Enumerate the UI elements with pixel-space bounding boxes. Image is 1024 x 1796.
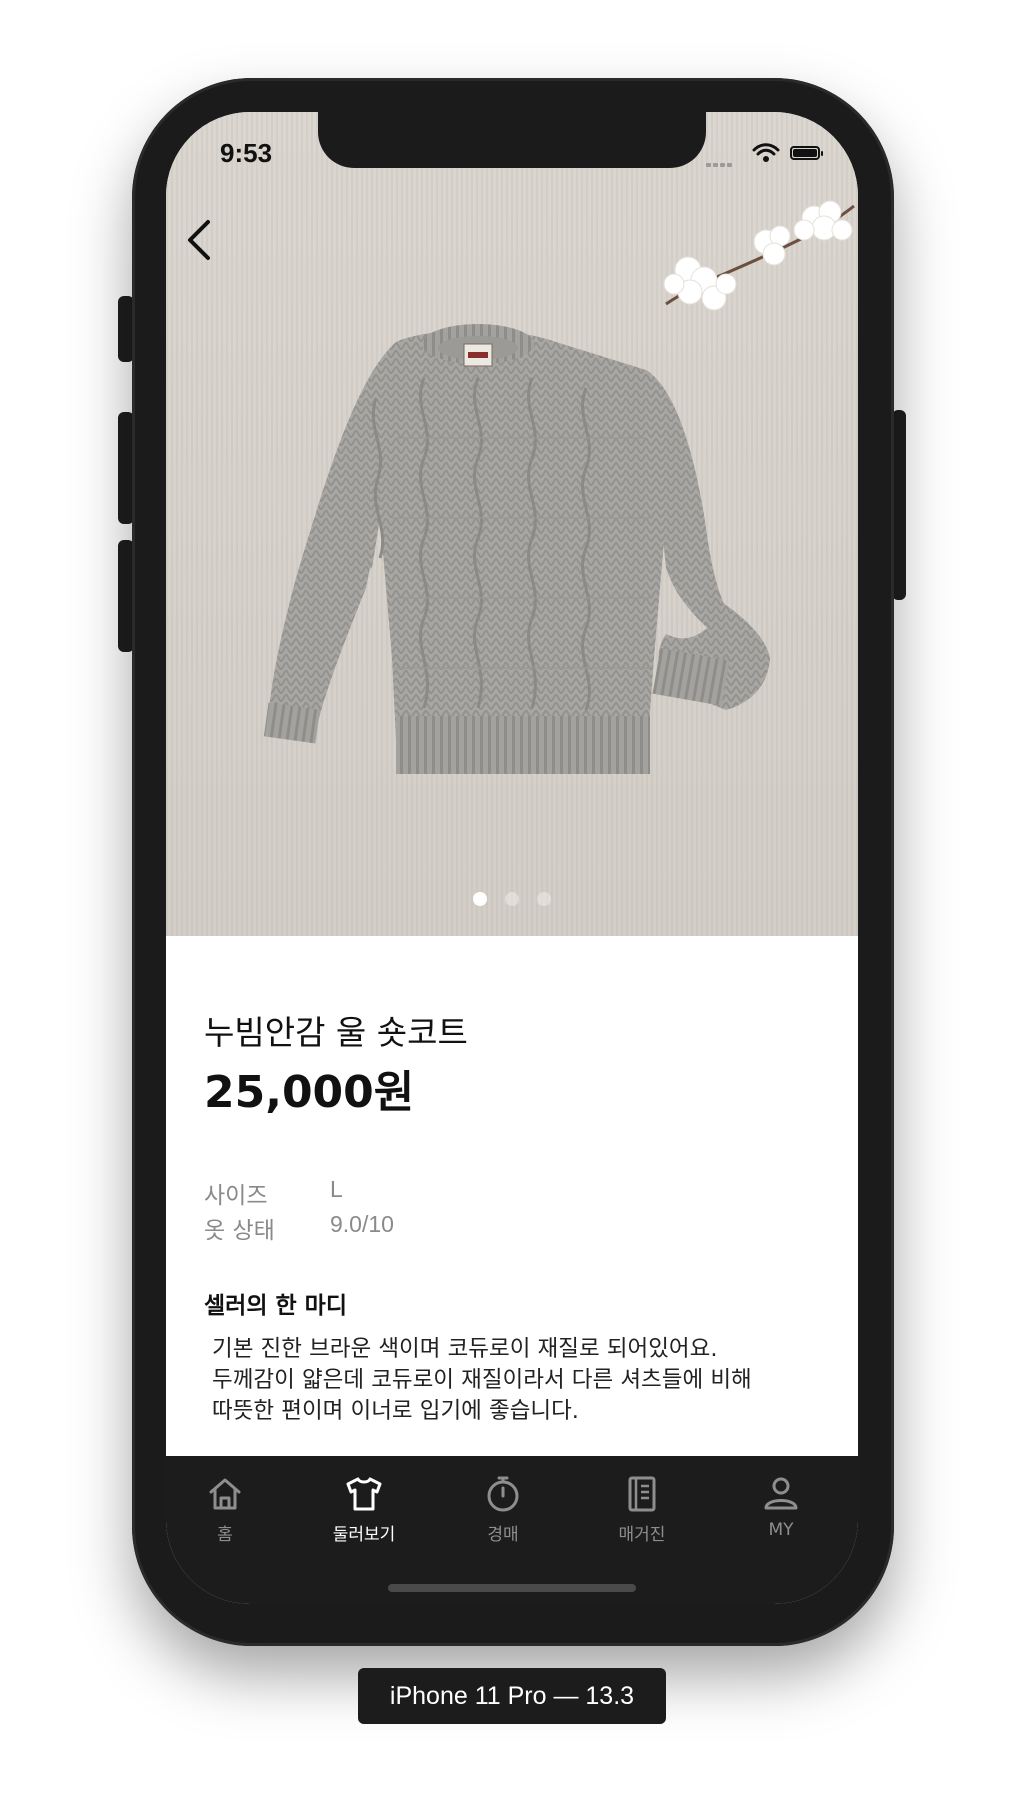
carousel-dot[interactable] [473,892,487,906]
stopwatch-icon [487,1476,519,1512]
phone-screen: 9:53 누빔안감 울 숏코트 25,000원 사이즈 L 옷 상태 9.0/1… [166,112,858,1604]
power-button [892,410,906,600]
seller-note-heading: 셀러의 한 마디 [204,1293,347,1319]
seller-note-line: 따뜻한 편이며 이너로 입기에 좋습니다. [212,1398,579,1424]
chevron-left-icon [188,220,210,260]
spec-value-condition: 9.0/10 [330,1211,394,1237]
tab-home[interactable]: 홈 [170,1474,280,1554]
tab-auction[interactable]: 경매 [448,1474,558,1554]
tshirt-icon [346,1477,382,1511]
person-icon [764,1477,798,1510]
tab-label-home: 홈 [217,1525,233,1545]
status-icons [666,142,826,167]
product-price: 25,000원 [204,1067,415,1118]
tab-browse[interactable]: 둘러보기 [309,1474,419,1554]
seller-note-line: 두께감이 얇은데 코듀로이 재질이라서 다른 셔츠들에 비해 [212,1367,752,1393]
tab-magazine[interactable]: 매거진 [587,1474,697,1554]
device-label: iPhone 11 Pro — 13.3 [358,1668,666,1724]
battery-icon [790,146,823,160]
carousel-dot[interactable] [537,892,551,906]
product-title: 누빔안감 울 숏코트 [204,1013,468,1052]
home-icon [209,1478,241,1510]
spec-label-size: 사이즈 [204,1183,268,1209]
tab-label-browse: 둘러보기 [332,1525,396,1545]
status-time: 9:53 [220,138,273,168]
spec-label-condition: 옷 상태 [204,1218,275,1244]
product-info: 누빔안감 울 숏코트 25,000원 사이즈 L 옷 상태 9.0/10 셀러의… [166,936,858,1456]
spec-value-size: L [330,1176,343,1202]
device-notch [318,112,706,168]
seller-note-text: 기본 진한 브라운 색이며 코듀로이 재질로 되어있어요. 두께감이 얇은데 코… [212,1334,832,1427]
magazine-icon [628,1476,656,1512]
cotton-branch-image [663,200,855,311]
wifi-icon [752,143,780,162]
tab-my[interactable]: MY [726,1474,836,1554]
home-indicator[interactable] [388,1584,636,1592]
cellular-signal-icon [706,152,734,171]
carousel-dot[interactable] [505,892,519,906]
product-image-carousel[interactable]: 9:53 [166,112,858,936]
tab-label-my: MY [768,1520,794,1540]
tab-label-auction: 경매 [487,1525,519,1545]
carousel-page-indicator[interactable] [166,892,858,906]
tab-label-magazine: 매거진 [618,1525,666,1545]
sweater-image [263,324,770,774]
seller-note-line: 기본 진한 브라운 색이며 코듀로이 재질로 되어있어요. [212,1336,718,1362]
back-button[interactable] [178,212,222,268]
bottom-tab-bar: 홈 둘러보기 경매 매거진 MY [166,1456,858,1604]
